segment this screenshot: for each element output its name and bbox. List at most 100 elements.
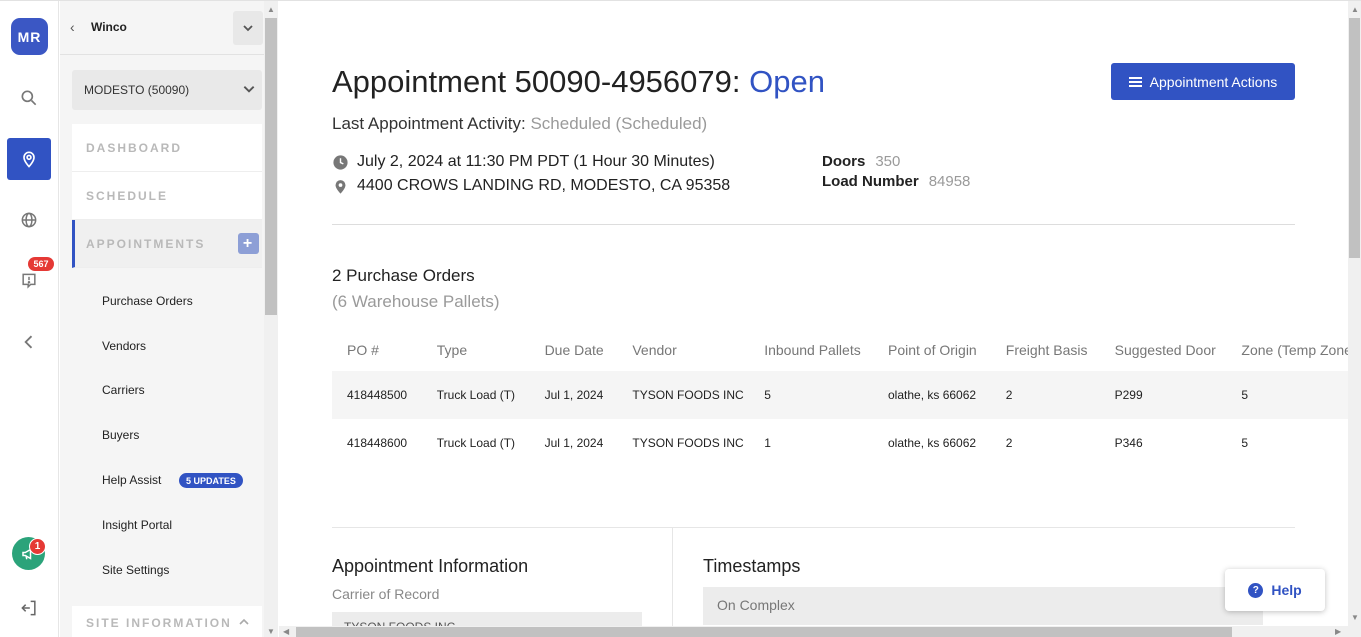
sidebar-item-site-settings[interactable]: Site Settings [102, 563, 169, 577]
main-horizontal-scrollbar[interactable]: ◀ ▶ [279, 626, 1348, 637]
column-header[interactable]: Type [437, 329, 545, 371]
updates-badge: 5 UPDATES [179, 473, 243, 488]
doors-value: 350 [875, 153, 901, 170]
scroll-right-arrow-icon[interactable]: ▶ [1335, 627, 1341, 636]
table-cell: Truck Load (T) [436, 388, 516, 402]
nav-dashboard[interactable]: DASHBOARD [72, 124, 262, 172]
main-vertical-scroll-thumb[interactable] [1349, 18, 1360, 258]
help-button[interactable]: ? Help [1225, 569, 1325, 611]
menu-icon [1128, 76, 1142, 87]
nav-schedule[interactable]: SCHEDULE [72, 172, 262, 220]
appointment-actions-label: Appointment Actions [1149, 73, 1278, 90]
table-cell: 2 [1005, 436, 1013, 450]
timestamps-title: Timestamps [703, 556, 801, 576]
main-vertical-scrollbar[interactable]: ▲ ▼ [1348, 1, 1361, 637]
side-navigation: ‹ Winco MODESTO (50090) DASHBOARD SCHEDU… [60, 1, 264, 637]
table-cell: 1 [764, 436, 771, 450]
appointment-detail: Appointment 50090-4956079: Open Appointm… [279, 2, 1348, 626]
doors-field: Doors 350 [822, 153, 900, 170]
column-header[interactable]: Point of Origin [888, 329, 1006, 371]
column-header[interactable]: Zone (Temp Zone [1241, 329, 1348, 371]
table-row[interactable]: 418448500 Truck Load (T) Jul 1, 2024 TYS… [332, 371, 1348, 419]
sidenav-scrollbar[interactable]: ▲ ▼ [264, 1, 278, 637]
on-complex-field[interactable]: On Complex [703, 587, 1263, 625]
table-cell: P299 [1114, 388, 1143, 402]
appointment-actions-button[interactable]: Appointment Actions [1111, 63, 1295, 100]
scroll-up-arrow-icon[interactable]: ▲ [1351, 5, 1359, 14]
appointment-datetime-text: July 2, 2024 at 11:30 PM PDT (1 Hour 30 … [357, 153, 715, 170]
table-header-row: PO # Type Due Date Vendor Inbound Pallet… [332, 329, 1348, 371]
table-cell: olathe, ks 66062 [888, 388, 977, 402]
sidebar-item-help-assist[interactable]: Help Assist [102, 473, 161, 487]
table-cell: TYSON FOODS INC [632, 388, 744, 402]
appointment-information-title: Appointment Information [332, 556, 529, 576]
scroll-up-arrow-icon[interactable]: ▲ [267, 5, 275, 14]
collapse-left-icon[interactable] [7, 321, 51, 363]
location-pin-icon[interactable] [7, 138, 51, 180]
search-icon[interactable] [7, 77, 51, 119]
location-pin-icon [335, 179, 346, 194]
table-cell: Truck Load (T) [436, 436, 516, 450]
appointment-information-panel: Appointment Information Carrier of Recor… [332, 528, 673, 626]
main-horizontal-scroll-thumb[interactable] [296, 627, 1232, 637]
page-title: Appointment 50090-4956079: Open [332, 64, 825, 100]
user-avatar[interactable]: MR [11, 18, 48, 55]
column-header[interactable]: Vendor [632, 329, 764, 371]
doors-label: Doors [822, 153, 866, 170]
announcements-badge: 1 [29, 538, 46, 555]
add-appointment-button[interactable]: + [238, 233, 259, 254]
table-row[interactable]: 418448600 Truck Load (T) Jul 1, 2024 TYS… [332, 419, 1348, 467]
sidebar-item-insight-portal[interactable]: Insight Portal [102, 518, 172, 532]
appointment-status: Open [749, 64, 825, 99]
table-cell: 5 [1241, 388, 1249, 402]
load-number-value: 84958 [928, 173, 971, 190]
sidebar-item-buyers[interactable]: Buyers [102, 428, 139, 442]
appointment-title: Appointment 50090-4956079: [332, 64, 741, 99]
scroll-down-arrow-icon[interactable]: ▼ [267, 627, 275, 636]
org-dropdown-toggle[interactable] [233, 11, 263, 45]
nav-sections-card: DASHBOARD SCHEDULE APPOINTMENTS + [72, 124, 262, 268]
table-cell: 5 [764, 388, 771, 402]
sidebar-item-purchase-orders[interactable]: Purchase Orders [102, 294, 193, 308]
column-header[interactable]: PO # [332, 329, 437, 371]
carrier-of-record-field[interactable]: TYSON FOODS INC [332, 612, 642, 626]
table-cell: Jul 1, 2024 [544, 388, 604, 402]
table-cell: 418448500 [347, 388, 408, 402]
load-number-field: Load Number 84958 [822, 173, 970, 190]
nav-appointments[interactable]: APPOINTMENTS + [72, 220, 262, 268]
carrier-of-record-label: Carrier of Record [332, 586, 440, 602]
last-activity-value: Scheduled (Scheduled) [530, 114, 708, 133]
sidebar-item-vendors[interactable]: Vendors [102, 339, 146, 353]
back-chevron-icon[interactable]: ‹ [70, 19, 75, 35]
scroll-left-arrow-icon[interactable]: ◀ [283, 627, 289, 636]
sidenav-scroll-thumb[interactable] [265, 18, 277, 315]
nav-site-information-label: SITE INFORMATION [86, 616, 232, 630]
last-activity: Last Appointment Activity: Scheduled (Sc… [332, 114, 707, 134]
column-header[interactable]: Suggested Door [1115, 329, 1242, 371]
po-count: 2 Purchase Orders [332, 266, 475, 285]
clock-icon [333, 154, 348, 170]
site-selector[interactable]: MODESTO (50090) [72, 70, 262, 110]
chevron-down-icon [243, 25, 253, 32]
table-cell: Jul 1, 2024 [544, 436, 604, 450]
load-number-label: Load Number [822, 173, 919, 190]
column-header[interactable]: Inbound Pallets [764, 329, 888, 371]
sidebar-item-carriers[interactable]: Carriers [102, 383, 145, 397]
chevron-down-icon [243, 86, 255, 93]
scroll-down-arrow-icon[interactable]: ▼ [1351, 613, 1359, 622]
table-cell: TYSON FOODS INC [632, 436, 744, 450]
po-pallets: (6 Warehouse Pallets) [332, 292, 500, 311]
purchase-orders-table: PO # Type Due Date Vendor Inbound Pallet… [332, 329, 1348, 467]
globe-icon[interactable] [7, 199, 51, 241]
column-header[interactable]: Due Date [545, 329, 633, 371]
app-window: MR 567 1 ‹ Winco MODESTO (50090) DASHBOA… [0, 0, 1361, 637]
help-label: Help [1271, 582, 1302, 598]
nav-appointments-label: APPOINTMENTS [86, 236, 206, 251]
org-header: ‹ Winco [60, 1, 264, 55]
last-activity-label: Last Appointment Activity: [332, 114, 526, 133]
nav-site-information[interactable]: SITE INFORMATION [72, 606, 262, 637]
logout-icon[interactable] [7, 587, 51, 629]
column-header[interactable]: Freight Basis [1006, 329, 1115, 371]
table-cell: 418448600 [347, 436, 408, 450]
help-icon: ? [1248, 582, 1264, 598]
